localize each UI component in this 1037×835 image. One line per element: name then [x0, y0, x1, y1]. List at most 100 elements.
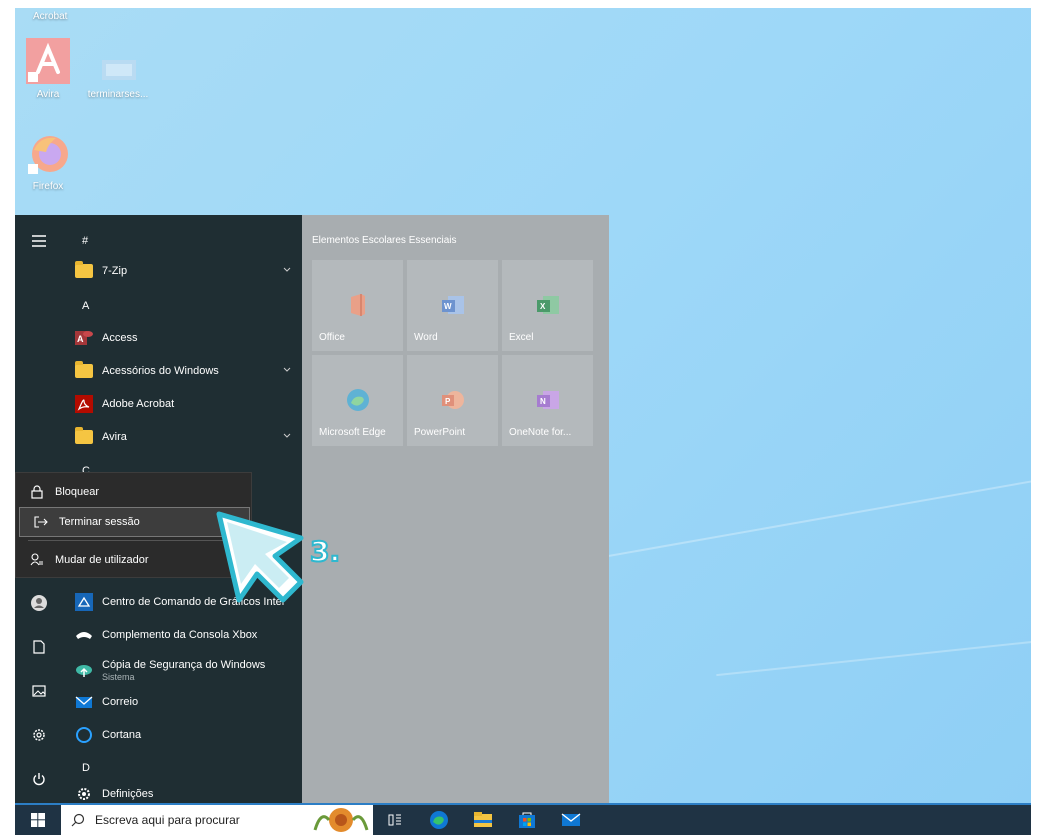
folder-icon — [75, 426, 93, 446]
folder-icon — [75, 360, 93, 380]
mail-icon — [75, 693, 93, 711]
popup-divider — [28, 540, 238, 541]
switch-user-icon — [29, 552, 45, 568]
settings-button[interactable] — [15, 715, 62, 755]
desktop-icon-label: Firefox — [32, 181, 64, 192]
edge-icon — [430, 811, 448, 829]
switch-user-label: Mudar de utilizador — [55, 554, 149, 566]
desktop-icon-firefox[interactable]: Firefox — [15, 130, 83, 192]
tutorial-step-label: 3. — [309, 534, 341, 569]
task-view-button[interactable] — [373, 805, 417, 835]
store-icon — [519, 812, 535, 828]
app-label: Adobe Acrobat — [102, 397, 175, 410]
word-icon: W — [440, 292, 466, 318]
taskbar: Escreva aqui para procurar — [15, 803, 1031, 835]
app-cortana[interactable]: Cortana — [62, 718, 302, 751]
tile-edge[interactable]: Microsoft Edge — [312, 355, 403, 446]
user-account-button[interactable] — [15, 583, 62, 623]
app-avira[interactable]: Avira — [62, 420, 302, 453]
desktop-icon-label: Avira — [36, 89, 60, 100]
tile-label: Office — [319, 332, 345, 343]
avira-icon — [26, 38, 70, 84]
app-label: Cópia de Segurança do Windows — [102, 658, 266, 671]
xbox-icon — [75, 626, 93, 644]
chevron-down-icon — [283, 367, 291, 372]
app-definicoes[interactable]: Definições — [62, 777, 302, 803]
user-avatar-icon — [30, 595, 47, 611]
letter-header-d[interactable]: D — [82, 762, 90, 774]
tile-onenote[interactable]: N OneNote for... — [502, 355, 593, 446]
svg-text:W: W — [444, 302, 452, 311]
svg-text:A: A — [77, 334, 84, 344]
taskbar-search-box[interactable]: Escreva aqui para procurar — [61, 805, 373, 835]
power-icon — [32, 773, 45, 786]
task-view-icon — [388, 814, 401, 826]
chevron-down-icon — [283, 433, 291, 438]
tile-excel[interactable]: X Excel — [502, 260, 593, 351]
pictures-button[interactable] — [15, 671, 62, 711]
backup-icon — [75, 661, 93, 679]
powerpoint-icon: P — [440, 387, 466, 413]
desktop-top-label: Acrobat — [33, 11, 68, 22]
taskbar-mail-button[interactable] — [549, 805, 593, 835]
desktop-icon-label: terminarses... — [87, 89, 149, 100]
app-acessorios-windows[interactable]: Acessórios do Windows — [62, 354, 302, 387]
lock-button[interactable]: Bloquear — [16, 477, 253, 507]
tile-powerpoint[interactable]: P PowerPoint — [407, 355, 498, 446]
app-access[interactable]: A Access — [62, 321, 302, 354]
start-button[interactable] — [15, 805, 61, 835]
app-windows-backup[interactable]: Cópia de Segurança do Windows Sistema — [62, 651, 302, 689]
app-sublabel: Sistema — [102, 671, 135, 682]
taskbar-store-button[interactable] — [505, 805, 549, 835]
pictures-icon — [31, 685, 46, 697]
search-highlight-art-icon — [313, 808, 369, 832]
tiles-group-title[interactable]: Elementos Escolares Essenciais — [312, 235, 457, 246]
acrobat-icon — [75, 394, 93, 413]
documents-button[interactable] — [15, 627, 62, 667]
intel-graphics-icon — [75, 592, 93, 611]
app-adobe-acrobat[interactable]: Adobe Acrobat — [62, 387, 302, 420]
app-label: Correio — [102, 695, 139, 708]
app-xbox-console[interactable]: Complemento da Consola Xbox — [62, 618, 302, 651]
gear-icon — [32, 729, 45, 741]
windows-logo-icon — [31, 813, 45, 827]
settings-icon — [75, 785, 93, 803]
office-icon — [345, 292, 371, 318]
folder-icon — [75, 260, 93, 280]
app-label: Access — [102, 331, 138, 344]
search-placeholder: Escreva aqui para procurar — [95, 813, 240, 827]
excel-icon: X — [535, 292, 561, 318]
tile-label: PowerPoint — [414, 427, 466, 438]
tile-office[interactable]: Office — [312, 260, 403, 351]
tile-word[interactable]: W Word — [407, 260, 498, 351]
sign-out-icon — [33, 514, 49, 530]
app-7zip[interactable]: 7-Zip — [62, 254, 302, 287]
taskbar-file-explorer-button[interactable] — [461, 805, 505, 835]
app-label: Cortana — [102, 728, 142, 741]
access-icon: A — [75, 329, 93, 347]
shortcut-icon — [102, 60, 136, 80]
hamburger-menu-button[interactable] — [15, 221, 62, 261]
document-icon — [32, 640, 45, 654]
lock-label: Bloquear — [55, 486, 100, 498]
tiles-panel: Elementos Escolares Essenciais Office W … — [302, 215, 609, 803]
sign-out-label: Terminar sessão — [59, 516, 140, 528]
letter-header-hash[interactable]: # — [82, 235, 88, 247]
letter-header-a[interactable]: A — [82, 300, 89, 312]
app-label: 7-Zip — [102, 264, 128, 277]
power-button[interactable] — [15, 759, 62, 799]
search-icon — [71, 813, 85, 827]
desktop-icon-terminarsessao[interactable]: terminarses... — [83, 58, 153, 100]
chevron-down-icon — [283, 267, 291, 272]
tile-label: OneNote for... — [509, 427, 572, 438]
firefox-icon — [28, 136, 68, 174]
desktop-icon-avira[interactable]: Avira — [15, 38, 83, 100]
taskbar-edge-button[interactable] — [417, 805, 461, 835]
app-correio[interactable]: Correio — [62, 685, 302, 718]
onenote-icon: N — [535, 387, 561, 413]
svg-text:X: X — [540, 302, 546, 311]
tutorial-cursor-arrow — [216, 511, 304, 603]
tile-label: Excel — [509, 332, 534, 343]
edge-icon — [345, 387, 371, 413]
svg-text:P: P — [445, 397, 451, 406]
